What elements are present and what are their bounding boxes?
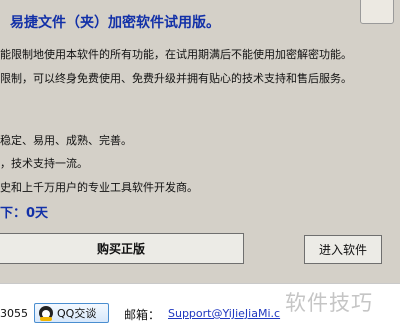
info-line: 限制，可以终身免费使用、免费升级并拥有贴心的技术支持和售后服务。 <box>0 72 352 85</box>
email-label: 邮箱： <box>124 308 161 322</box>
email-link[interactable]: Support@YiJieJiaMi.c <box>168 307 280 320</box>
phone-number-fragment: 3055 <box>0 307 28 320</box>
qq-chat-label: QQ交谈 <box>57 307 97 320</box>
watermark: 软件技巧 <box>285 291 373 315</box>
window-close-button[interactable] <box>360 0 394 24</box>
info-line: 史和上千万用户的专业工具软件开发商。 <box>0 181 198 194</box>
dialog-title: 易捷文件（夹）加密软件试用版。 <box>10 15 220 31</box>
trial-remaining-text: 下：0天 <box>0 206 49 221</box>
buy-button[interactable]: 购买正版 <box>0 233 244 264</box>
enter-software-button[interactable]: 进入软件 <box>304 235 382 264</box>
qq-chat-button[interactable]: QQ交谈 <box>34 303 109 323</box>
qq-icon <box>39 306 53 321</box>
info-line: ，技术支持一流。 <box>0 157 88 170</box>
info-line: 能限制地使用本软件的所有功能，在试用期满后不能使用加密解密功能。 <box>0 48 352 61</box>
info-line: 稳定、易用、成熟、完善。 <box>0 134 132 147</box>
